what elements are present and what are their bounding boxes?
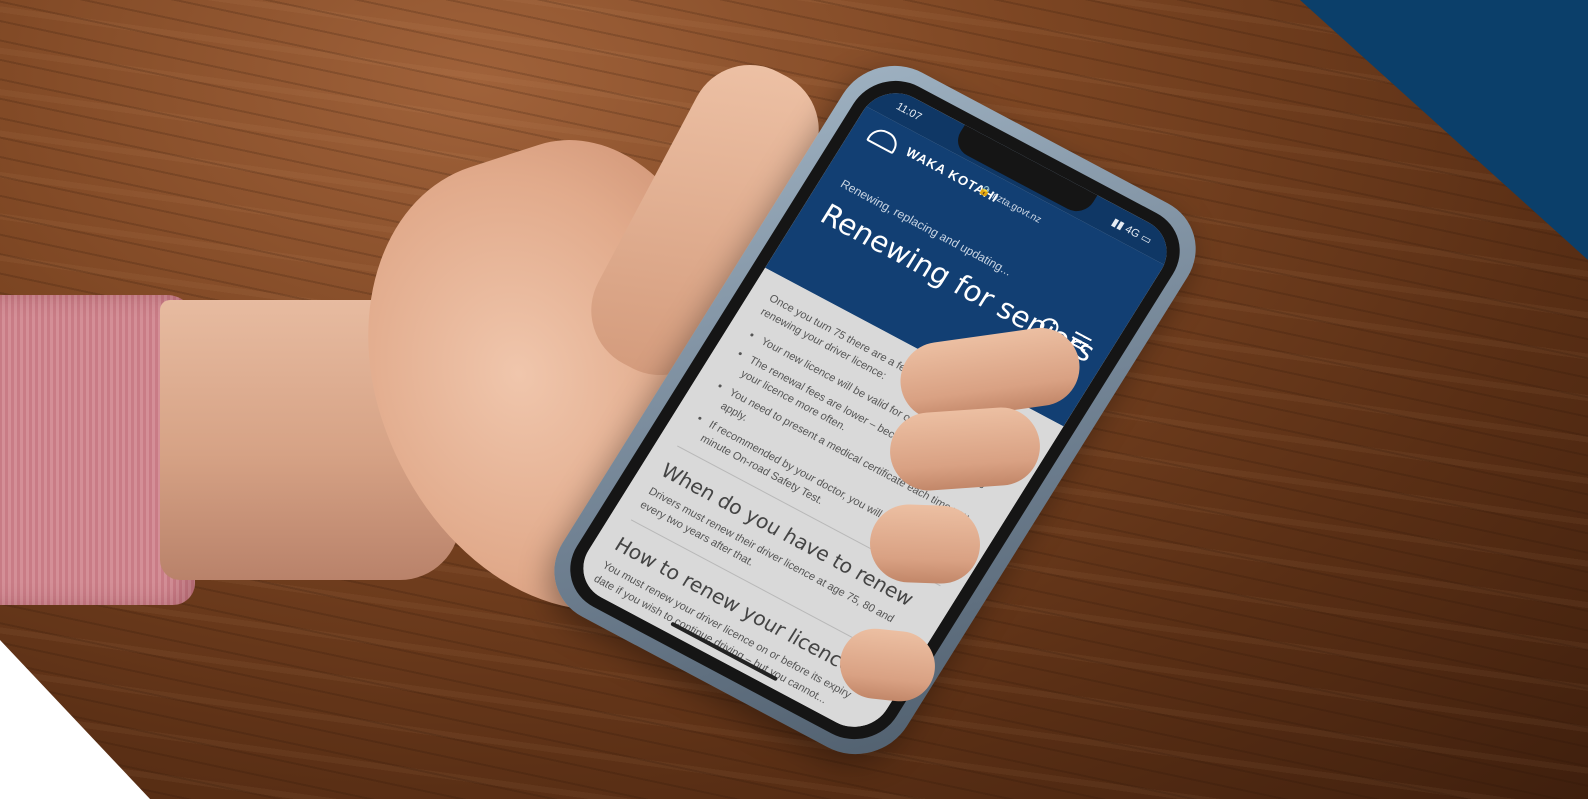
finger: [887, 404, 1043, 494]
photo-scene: 11:07 ▮▮ 4G ▭ WAKA KOTAHI 🔒 nzta.govt.nz…: [0, 0, 1588, 799]
finger: [868, 503, 982, 585]
logo-icon: [865, 124, 903, 155]
status-time: 11:07: [893, 100, 924, 124]
